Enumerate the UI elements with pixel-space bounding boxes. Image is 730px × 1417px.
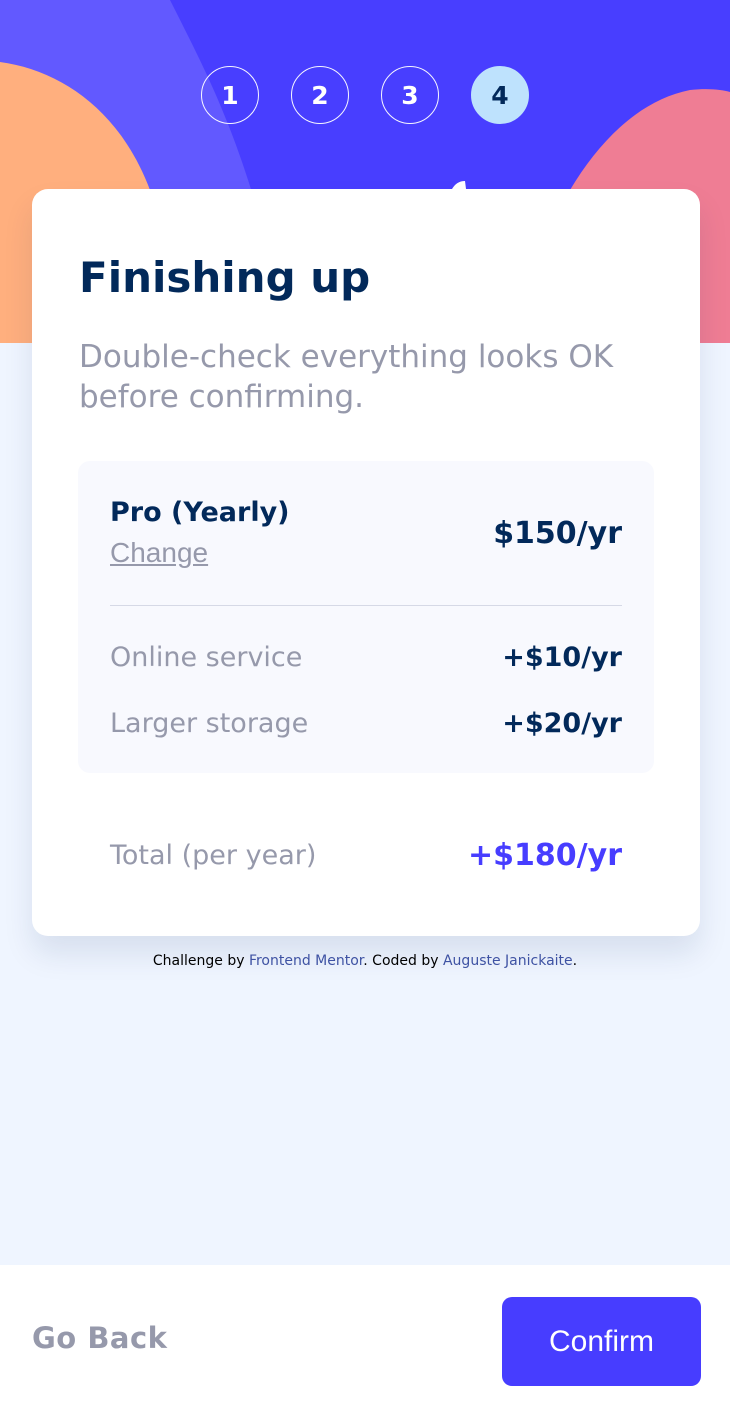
go-back-button[interactable]: Go Back [32,1321,167,1355]
author-link[interactable]: Auguste Janickaite [443,953,573,969]
total-row: Total (per year) +$180/yr [110,833,622,877]
attribution-prefix: Challenge by [152,953,249,969]
addon-name: Larger storage [110,707,309,739]
summary-divider [110,605,622,606]
addon-row-larger-storage: Larger storage +$20/yr [110,703,622,743]
page-title: Finishing up [79,253,371,302]
step-indicator: 1 2 3 4 [0,66,730,124]
plan-name: Pro (Yearly) [110,497,290,528]
confirm-button[interactable]: Confirm [502,1297,701,1386]
summary-card: Finishing up Double-check everything loo… [32,189,700,936]
attribution-suffix: . [572,953,578,969]
addon-row-online-service: Online service +$10/yr [110,637,622,677]
change-plan-link[interactable]: Change [110,537,208,569]
addon-price: +$20/yr [502,707,622,739]
frontend-mentor-link[interactable]: Frontend Mentor [249,953,363,969]
page-subtitle: Double-check everything looks OK before … [79,339,614,415]
attribution-middle: . Coded by [363,953,443,969]
total-label: Total (per year) [110,839,317,871]
step-2[interactable]: 2 [291,66,349,124]
step-3[interactable]: 3 [381,66,439,124]
total-price: +$180/yr [468,837,622,873]
attribution: Challenge by Frontend Mentor. Coded by A… [0,953,730,969]
step-1[interactable]: 1 [201,66,259,124]
plan-price: $150/yr [493,516,622,551]
footer-nav: Go Back Confirm [0,1265,730,1417]
order-summary: Pro (Yearly) Change $150/yr Online servi… [78,461,654,773]
addon-name: Online service [110,641,303,673]
step-4-active[interactable]: 4 [471,66,529,124]
addon-price: +$10/yr [502,641,622,673]
